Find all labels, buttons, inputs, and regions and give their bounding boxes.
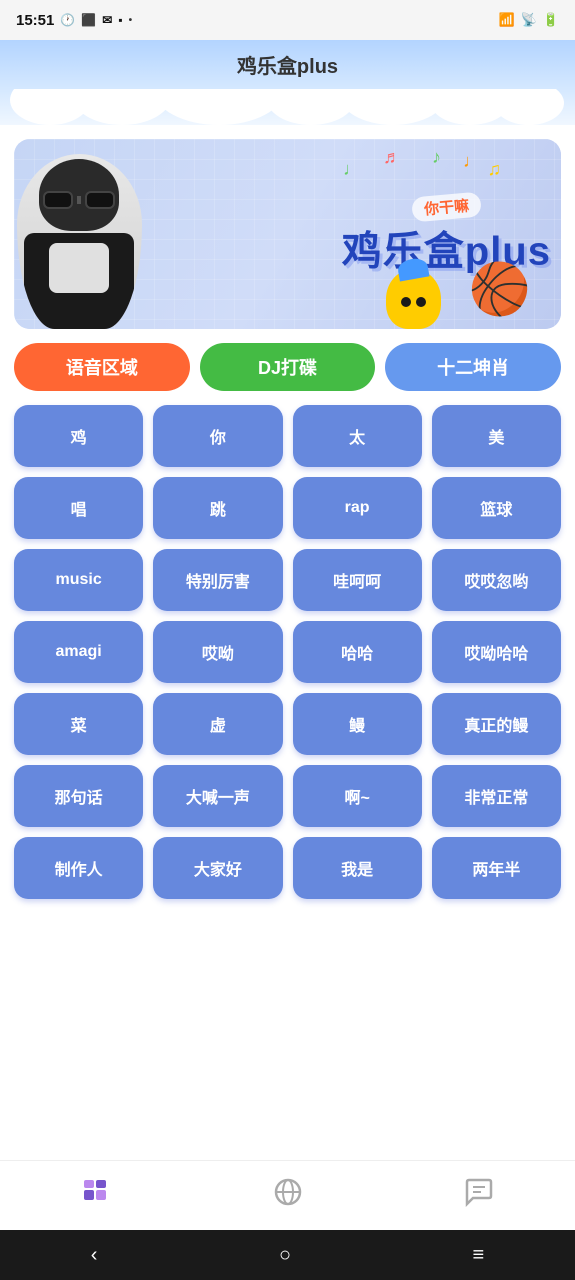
- sound-btn-haha[interactable]: 哈哈: [293, 621, 422, 683]
- sound-btn-aiyouhaha[interactable]: 哎呦哈哈: [432, 621, 561, 683]
- menu-button[interactable]: ≡: [453, 1236, 505, 1275]
- system-nav: ‹ ○ ≡: [0, 1230, 575, 1280]
- sound-btn-tebie[interactable]: 特别厉害: [153, 549, 282, 611]
- explore-icon: [272, 1176, 304, 1215]
- sound-btn-zhenzheng[interactable]: 真正的鳗: [432, 693, 561, 755]
- music-note-4: ♬: [383, 147, 401, 168]
- sound-btn-cai[interactable]: 菜: [14, 693, 143, 755]
- sound-btn-dahan[interactable]: 大喊一声: [153, 765, 282, 827]
- sound-btn-man[interactable]: 鳗: [293, 693, 422, 755]
- sound-btn-ji[interactable]: 鸡: [14, 405, 143, 467]
- category-dj[interactable]: DJ打碟: [200, 343, 376, 391]
- status-icon-2: ⬛: [81, 13, 96, 27]
- back-button[interactable]: ‹: [71, 1236, 118, 1275]
- sound-btn-rap[interactable]: rap: [293, 477, 422, 539]
- sound-btn-lanqiu[interactable]: 篮球: [432, 477, 561, 539]
- category-voice[interactable]: 语音区域: [14, 343, 190, 391]
- music-note-3: ♫: [488, 159, 502, 180]
- battery-icon: 🔋: [543, 12, 559, 28]
- sound-btn-xu[interactable]: 虚: [153, 693, 282, 755]
- sound-btn-feichang[interactable]: 非常正常: [432, 765, 561, 827]
- music-note-5: ♩: [343, 159, 361, 180]
- sound-btn-ni[interactable]: 你: [153, 405, 282, 467]
- home-icon: [80, 1176, 112, 1215]
- banner-chick-character: [386, 269, 441, 329]
- category-row: 语音区域 DJ打碟 十二坤肖: [14, 343, 561, 391]
- sound-btn-tai[interactable]: 太: [293, 405, 422, 467]
- status-icon-3: ✉: [102, 13, 112, 27]
- status-time: 15:51 🕐 ⬛ ✉ ▪ •: [16, 12, 132, 29]
- sound-grid: 鸡 你 太 美 唱 跳 rap 篮球 music 特别厉害 哇呵呵 哎哎忽哟 a…: [14, 405, 561, 899]
- music-note-2: ♪: [432, 147, 441, 168]
- sound-btn-nahua[interactable]: 那句话: [14, 765, 143, 827]
- banner-basketball: 🏀: [469, 260, 531, 319]
- sound-btn-mei[interactable]: 美: [432, 405, 561, 467]
- sound-btn-aiyou[interactable]: 哎呦: [153, 621, 282, 683]
- signal-icon: 📡: [521, 12, 537, 28]
- home-button[interactable]: ○: [259, 1236, 311, 1275]
- banner-subtitle: 你干嘛: [423, 198, 469, 219]
- status-dot: •: [129, 15, 133, 26]
- status-right-icons: 📶 📡 🔋: [498, 12, 559, 28]
- sound-btn-woshi[interactable]: 我是: [293, 837, 422, 899]
- nav-message[interactable]: [383, 1161, 575, 1230]
- nav-explore[interactable]: [192, 1161, 384, 1230]
- status-bar: 15:51 🕐 ⬛ ✉ ▪ • 📶 📡 🔋: [0, 0, 575, 40]
- message-icon: [463, 1176, 495, 1215]
- time-display: 15:51: [16, 12, 54, 29]
- sound-btn-a[interactable]: 啊~: [293, 765, 422, 827]
- sound-btn-tiao[interactable]: 跳: [153, 477, 282, 539]
- sound-btn-dajia[interactable]: 大家好: [153, 837, 282, 899]
- status-icon-4: ▪: [118, 13, 122, 27]
- status-icon-1: 🕐: [60, 13, 75, 27]
- sound-btn-liangnian[interactable]: 两年半: [432, 837, 561, 899]
- sound-btn-chang[interactable]: 唱: [14, 477, 143, 539]
- sound-btn-wa[interactable]: 哇呵呵: [293, 549, 422, 611]
- sound-btn-zhizuoren[interactable]: 制作人: [14, 837, 143, 899]
- music-note-1: ♩: [463, 151, 481, 172]
- sound-btn-music[interactable]: music: [14, 549, 143, 611]
- category-zodiac[interactable]: 十二坤肖: [385, 343, 561, 391]
- app-header: 鸡乐盒plus: [0, 40, 575, 125]
- main-content: ♩ ♪ ♫ ♬ ♩ ♪: [0, 125, 575, 1160]
- banner-panda-character: [14, 149, 144, 329]
- sound-btn-aihu[interactable]: 哎哎忽哟: [432, 549, 561, 611]
- nav-home[interactable]: [0, 1161, 192, 1230]
- bottom-nav: [0, 1160, 575, 1230]
- wifi-icon: 📶: [498, 12, 514, 28]
- sound-btn-amagi[interactable]: amagi: [14, 621, 143, 683]
- banner: ♩ ♪ ♫ ♬ ♩ ♪: [14, 139, 561, 329]
- app-title: 鸡乐盒plus: [0, 50, 575, 89]
